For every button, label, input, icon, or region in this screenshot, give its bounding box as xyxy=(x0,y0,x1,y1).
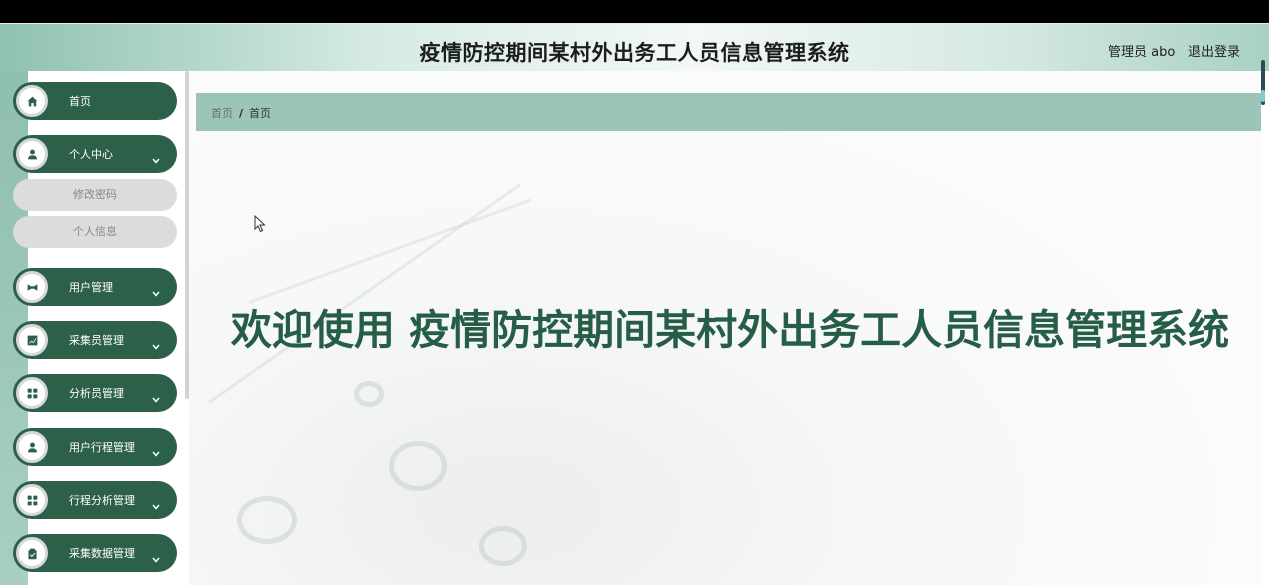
sidebar-item-user-management[interactable]: 用户管理 xyxy=(13,268,177,306)
chevron-down-icon xyxy=(152,548,160,563)
user-icon xyxy=(16,138,48,170)
mouse-cursor-icon xyxy=(254,215,266,233)
chevron-down-icon xyxy=(152,442,160,457)
sidebar-item-label: 用户行程管理 xyxy=(69,441,135,454)
chevron-down-icon xyxy=(152,335,160,350)
current-user-label: 管理员 abo xyxy=(1108,45,1176,60)
chevron-down-icon xyxy=(152,149,160,164)
breadcrumb-separator: / xyxy=(239,107,244,120)
sidebar-item-label: 采集员管理 xyxy=(69,334,124,347)
sidebar-subitem-change-password[interactable]: 修改密码 xyxy=(13,179,177,211)
sidebar-item-label: 个人中心 xyxy=(69,148,113,161)
logout-link[interactable]: 退出登录 xyxy=(1188,41,1240,60)
background-streak xyxy=(248,198,532,304)
person-icon xyxy=(16,431,48,463)
sidebar-item-itinerary-analysis-management[interactable]: 行程分析管理 xyxy=(13,481,177,519)
sidebar-item-analyst-management[interactable]: 分析员管理 xyxy=(13,374,177,412)
main-scrollbar-thumb[interactable] xyxy=(1261,90,1265,102)
sidebar-item-label: 采集数据管理 xyxy=(69,547,135,560)
grid-icon xyxy=(16,377,48,409)
grid-icon xyxy=(16,484,48,516)
sidebar-item-personal-center[interactable]: 个人中心 xyxy=(13,135,177,173)
sidebar-item-user-itinerary-management[interactable]: 用户行程管理 xyxy=(13,428,177,466)
sidebar-subitem-personal-info[interactable]: 个人信息 xyxy=(13,216,177,248)
chevron-down-icon xyxy=(152,282,160,297)
sidebar-item-label: 行程分析管理 xyxy=(69,494,135,507)
sidebar-item-label: 首页 xyxy=(69,95,91,108)
breadcrumb-home-link[interactable]: 首页 xyxy=(211,107,233,120)
breadcrumb-current: 首页 xyxy=(249,107,272,120)
breadcrumb: 首页 / 首页 xyxy=(211,105,271,121)
sidebar-item-label: 分析员管理 xyxy=(69,387,124,400)
bowtie-icon xyxy=(16,271,48,303)
sidebar-item-collected-data-management[interactable]: 采集数据管理 xyxy=(13,534,177,572)
chevron-down-icon xyxy=(152,388,160,403)
breadcrumb-bar: 首页 / 首页 xyxy=(196,93,1261,131)
clipboard-icon xyxy=(16,537,48,569)
chevron-down-icon xyxy=(152,495,160,510)
background-droplet xyxy=(354,381,384,407)
home-icon xyxy=(16,85,48,117)
background-droplet xyxy=(389,441,447,491)
sidebar-item-label: 用户管理 xyxy=(69,281,113,294)
sidebar-item-home[interactable]: 首页 xyxy=(13,82,177,120)
chart-box-icon xyxy=(16,324,48,356)
background-droplet xyxy=(237,496,297,544)
background-droplet xyxy=(479,526,527,566)
welcome-heading: 欢迎使用 疫情防控期间某村外出务工人员信息管理系统 xyxy=(230,306,1230,354)
window-top-strip xyxy=(0,0,1269,23)
app-title: 疫情防控期间某村外出务工人员信息管理系统 xyxy=(419,41,850,65)
app-header: 疫情防控期间某村外出务工人员信息管理系统 管理员 abo 退出登录 xyxy=(0,23,1269,71)
sidebar-item-collector-management[interactable]: 采集员管理 xyxy=(13,321,177,359)
main-content: 首页 / 首页 欢迎使用 疫情防控期间某村外出务工人员信息管理系统 xyxy=(189,71,1261,585)
